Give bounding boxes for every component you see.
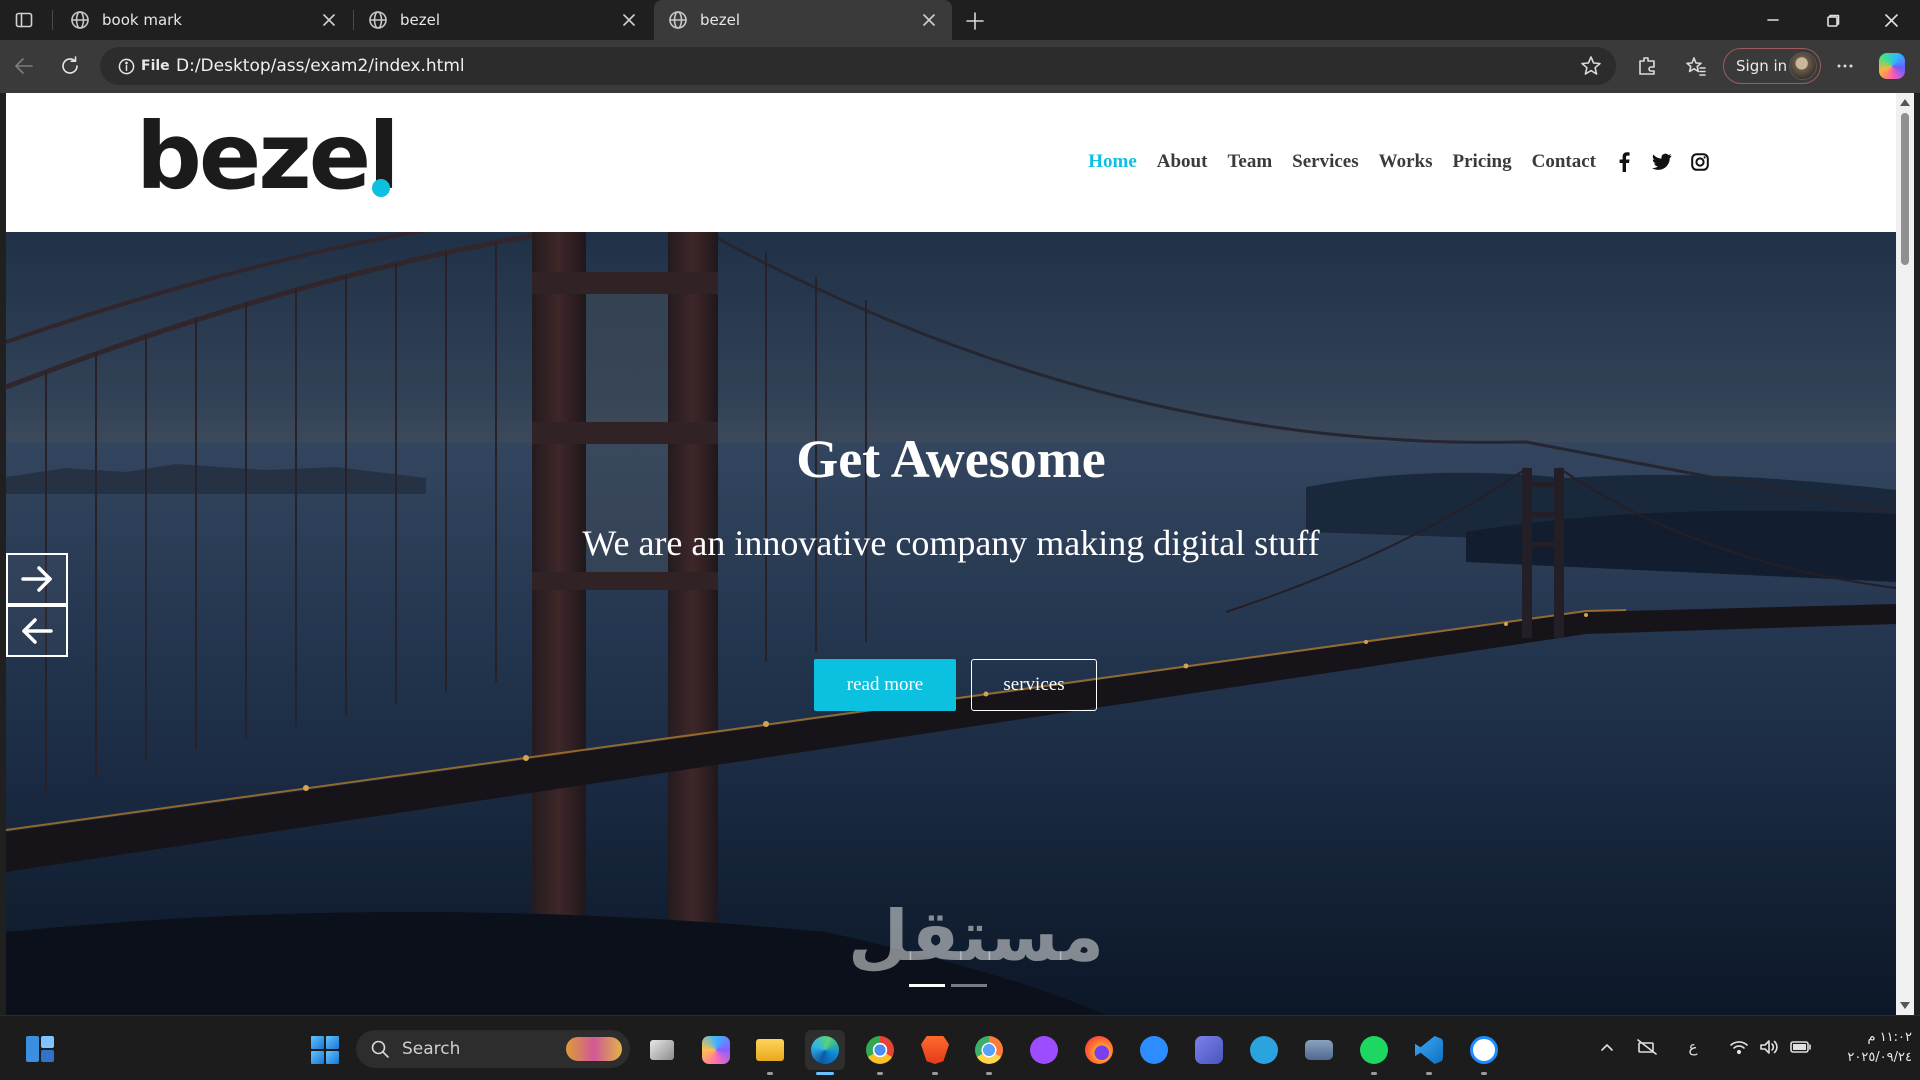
site-info-button[interactable]: File (110, 53, 178, 79)
taskbar-search[interactable]: Search (356, 1030, 630, 1068)
page-viewport: bezel Home About Team Services Works Pri… (6, 93, 1896, 1015)
favorites-icon[interactable] (1683, 53, 1709, 79)
main-nav: Home About Team Services Works Pricing C… (1068, 151, 1710, 173)
scheme-label: File (141, 58, 170, 74)
tab-label: book mark (102, 11, 182, 29)
tab-bezel[interactable]: bezel (354, 0, 652, 40)
refresh-button[interactable] (56, 52, 84, 80)
brave-icon[interactable] (915, 1030, 955, 1075)
sign-in-label: Sign in (1736, 57, 1788, 75)
avatar (1789, 52, 1817, 80)
search-icon (371, 1040, 389, 1058)
input-language-indicator[interactable]: ع (1682, 1036, 1704, 1058)
search-label: Search (402, 1039, 461, 1059)
teams-icon[interactable] (1189, 1030, 1229, 1070)
arrow-left-icon (22, 618, 53, 644)
url-text[interactable]: D:/Desktop/ass/exam2/index.html (176, 56, 465, 76)
mostaql-watermark: مستقل (848, 901, 1104, 971)
services-button[interactable]: services (971, 659, 1097, 711)
tab-strip: book mark bezel bezel (0, 0, 1920, 40)
chromium-icon[interactable] (969, 1030, 1009, 1075)
slide-indicator-2[interactable] (951, 984, 987, 987)
network-off-icon[interactable] (1636, 1036, 1658, 1058)
scroll-down-arrow[interactable] (1900, 1002, 1910, 1009)
new-tab-button[interactable] (962, 8, 988, 34)
next-slide-button[interactable] (6, 553, 68, 605)
close-window-button[interactable] (1868, 0, 1914, 40)
close-icon[interactable] (620, 11, 638, 29)
browser-toolbar: File D:/Desktop/ass/exam2/index.html Sig… (0, 40, 1920, 93)
spotify-icon[interactable] (1354, 1030, 1394, 1075)
nav-about[interactable]: About (1157, 151, 1208, 173)
logo-dot (372, 179, 390, 197)
edge-icon[interactable] (805, 1030, 845, 1075)
camera-icon[interactable] (1299, 1030, 1339, 1070)
discord-icon[interactable] (1024, 1030, 1064, 1070)
arrow-right-icon (21, 566, 52, 592)
system-clock[interactable]: ١١:٠٢ م ٢٠٢٥/٠٩/٢٤ (1826, 1028, 1912, 1068)
nav-contact[interactable]: Contact (1532, 151, 1596, 173)
hero-subtitle: We are an innovative company making digi… (582, 523, 1320, 563)
wifi-icon[interactable] (1728, 1036, 1750, 1058)
facebook-icon[interactable] (1614, 152, 1634, 172)
favorite-star-icon[interactable] (1580, 55, 1602, 77)
clock-time: ١١:٠٢ م (1867, 1030, 1913, 1045)
restore-button[interactable] (1810, 0, 1856, 40)
zoom-icon[interactable] (1134, 1030, 1174, 1070)
firefox-icon[interactable] (1079, 1030, 1119, 1070)
back-button[interactable] (10, 52, 38, 80)
chevron-up-icon[interactable] (1596, 1036, 1618, 1058)
prev-slide-button[interactable] (6, 605, 68, 657)
info-icon (118, 58, 135, 74)
copilot-app-icon[interactable] (696, 1030, 736, 1070)
globe-icon (369, 11, 387, 29)
search-highlight-icon (566, 1037, 622, 1061)
scroll-thumb[interactable] (1901, 113, 1909, 265)
close-icon[interactable] (320, 11, 338, 29)
read-more-button[interactable]: read more (814, 659, 956, 711)
tab-label: bezel (700, 11, 741, 29)
volume-icon[interactable] (1758, 1036, 1780, 1058)
site-header: bezel Home About Team Services Works Pri… (6, 93, 1896, 232)
nav-home[interactable]: Home (1088, 151, 1137, 173)
telegram-icon[interactable] (1244, 1030, 1284, 1070)
file-explorer-icon[interactable] (750, 1030, 790, 1075)
scroll-up-arrow[interactable] (1900, 99, 1910, 106)
twitter-icon[interactable] (1652, 152, 1672, 172)
address-bar[interactable]: File D:/Desktop/ass/exam2/index.html (100, 47, 1616, 85)
globe-icon (669, 11, 687, 29)
page-scrollbar[interactable] (1896, 93, 1914, 1015)
sign-in-button[interactable]: Sign in (1723, 48, 1821, 84)
nav-works[interactable]: Works (1379, 151, 1433, 173)
more-options-icon[interactable] (1832, 53, 1858, 79)
instagram-icon[interactable] (1690, 152, 1710, 172)
tab-actions-icon[interactable] (12, 9, 36, 31)
vscode-icon[interactable] (1409, 1030, 1449, 1075)
clock-date: ٢٠٢٥/٠٩/٢٤ (1847, 1050, 1912, 1065)
tab-book-mark[interactable]: book mark (56, 0, 352, 40)
watermark-arabic: مستقل (848, 895, 1105, 977)
nav-services[interactable]: Services (1292, 151, 1358, 173)
site-logo[interactable]: bezel (136, 111, 400, 203)
tab-bezel-active[interactable]: bezel (654, 0, 952, 40)
widgets-icon[interactable] (24, 1034, 56, 1064)
nav-pricing[interactable]: Pricing (1453, 151, 1512, 173)
start-button[interactable] (311, 1036, 339, 1064)
slide-indicator-1[interactable] (909, 984, 945, 987)
tab-label: bezel (400, 11, 441, 29)
task-view-icon[interactable] (642, 1030, 682, 1070)
copilot-icon[interactable] (1879, 53, 1905, 79)
extensions-icon[interactable] (1634, 53, 1660, 79)
nav-team[interactable]: Team (1227, 151, 1272, 173)
battery-icon[interactable] (1790, 1036, 1812, 1058)
chrome-icon[interactable] (860, 1030, 900, 1075)
app-store-icon[interactable] (1464, 1030, 1504, 1075)
minimize-button[interactable] (1750, 0, 1796, 40)
hero-title: Get Awesome (796, 429, 1106, 489)
close-icon[interactable] (920, 11, 938, 29)
globe-icon (71, 11, 89, 29)
windows-taskbar: Search ع ١١:٠٢ م ٢٠٢٥/٠٩/٢٤ (0, 1015, 1920, 1080)
